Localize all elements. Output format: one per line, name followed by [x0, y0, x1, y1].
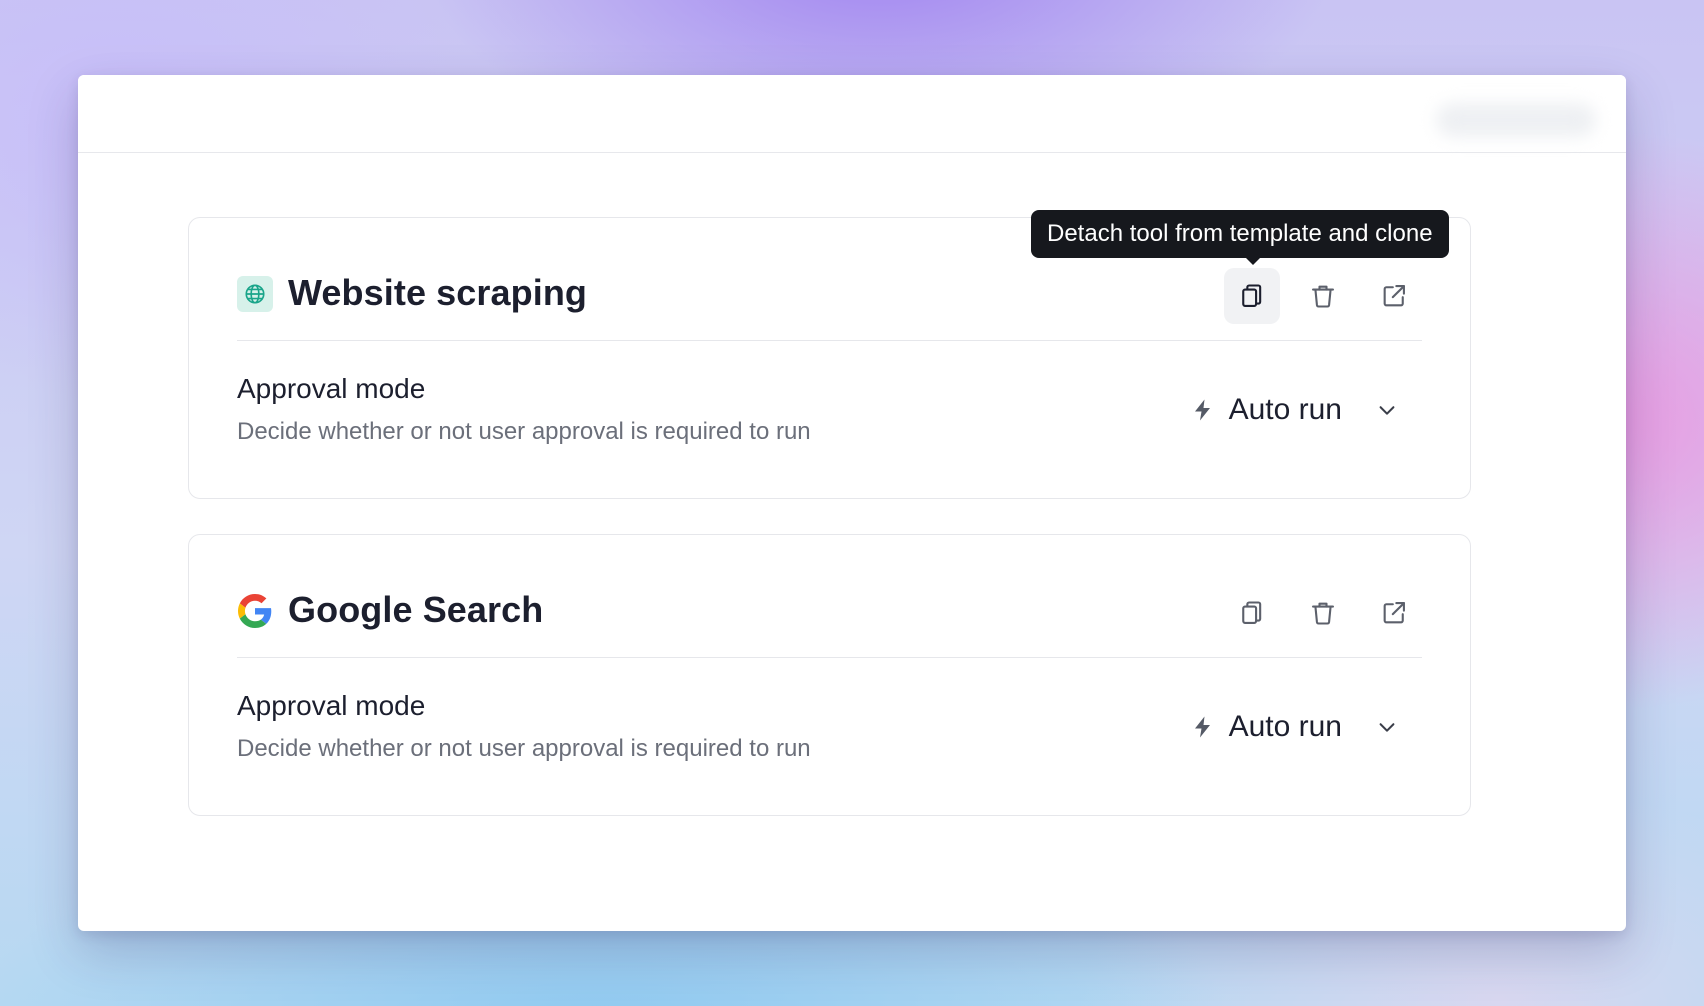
external-link-icon: [1383, 285, 1405, 307]
tool-actions: [1209, 585, 1422, 641]
trash-icon: [1312, 285, 1334, 308]
window-header: [78, 75, 1626, 153]
lightning-icon: [1194, 716, 1210, 738]
detach-clone-button[interactable]: [1224, 585, 1280, 641]
tool-settings-window: Website scraping Approval mode Decide wh…: [78, 75, 1626, 931]
open-external-button[interactable]: [1366, 585, 1422, 641]
tool-card-header: Website scraping: [237, 260, 1422, 341]
globe-icon: [237, 276, 273, 312]
approval-mode-label: Approval mode: [237, 373, 426, 404]
tool-title: Google Search: [288, 589, 544, 630]
tool-card-google-search: Google Search Approval mode Decide wheth…: [188, 534, 1471, 816]
approval-mode-label: Approval mode: [237, 690, 426, 721]
tool-title: Website scraping: [288, 272, 588, 313]
delete-button[interactable]: [1295, 268, 1351, 324]
copy-icon: [1242, 284, 1262, 307]
trash-icon: [1312, 602, 1334, 625]
approval-mode-value: Auto run: [1228, 710, 1342, 743]
tool-actions: [1209, 268, 1422, 324]
approval-mode-description: Decide whether or not user approval is r…: [237, 735, 811, 762]
tool-card-header: Google Search: [237, 577, 1422, 658]
detach-tooltip: Detach tool from template and clone: [1031, 210, 1449, 258]
detach-clone-button[interactable]: [1224, 268, 1280, 324]
tool-card-website-scraping: Website scraping Approval mode Decide wh…: [188, 217, 1471, 499]
chevron-down-icon: [1379, 406, 1395, 415]
chevron-down-icon: [1379, 723, 1395, 732]
tooltip-arrow: [1244, 256, 1262, 265]
open-external-button[interactable]: [1366, 268, 1422, 324]
google-logo-icon: [237, 593, 273, 629]
approval-mode-select[interactable]: Auto run: [1191, 705, 1398, 749]
approval-mode-value: Auto run: [1228, 393, 1342, 426]
approval-mode-description: Decide whether or not user approval is r…: [237, 418, 811, 445]
external-link-icon: [1383, 602, 1405, 624]
delete-button[interactable]: [1295, 585, 1351, 641]
copy-icon: [1242, 601, 1262, 624]
header-blurred-control: [1436, 103, 1596, 137]
lightning-icon: [1194, 399, 1210, 421]
approval-mode-select[interactable]: Auto run: [1191, 388, 1398, 432]
